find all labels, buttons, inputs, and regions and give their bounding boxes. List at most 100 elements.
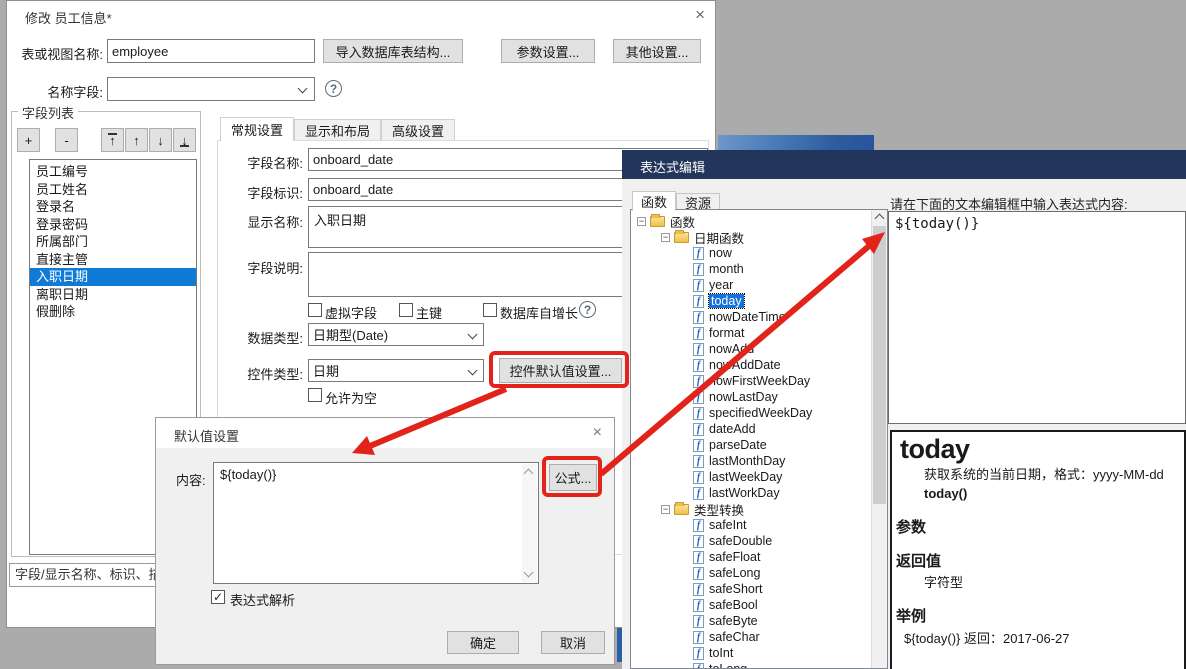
scroll-down-icon[interactable] [524,568,534,578]
tree-item[interactable]: fsafeShort [693,581,763,597]
tree-item[interactable]: f lastMonthDay [693,453,785,469]
close-icon[interactable]: × [593,424,602,442]
tree-item-label: lastMonthDay [709,454,785,468]
tree-item[interactable]: fsafeDouble [693,533,772,549]
list-item[interactable]: 离职日期 [30,286,196,304]
tab-1[interactable]: 常规设置 [220,117,294,141]
tree-item[interactable]: fnowAddDate [693,357,781,373]
tree-item[interactable]: fspecifiedWeekDay [693,405,812,421]
collapse-icon[interactable]: − [661,505,670,514]
tree-item[interactable]: − 类型转换 [661,501,744,517]
function-icon: f [693,439,704,452]
field-list-group-label: 字段列表 [18,103,78,122]
name-field-label: 名称字段: [19,82,103,101]
collapse-icon[interactable]: − [661,233,670,242]
primary-key-label: 主键 [416,303,442,322]
help-icon[interactable]: ? [325,80,342,97]
tree-item[interactable]: flastWeekDay [693,469,782,485]
tree-item[interactable]: fmonth [693,261,744,277]
table-name-input[interactable]: employee [107,39,315,63]
tree-item[interactable]: fsafeInt [693,517,747,533]
list-item[interactable]: 所属部门 [30,233,196,251]
content-textarea[interactable]: ${today()} [213,462,539,584]
close-icon[interactable]: × [695,5,705,25]
content-label: 内容: [176,470,206,489]
move-bottom-button[interactable]: ↓ [173,128,196,152]
function-icon: f [693,599,704,612]
tree-item[interactable]: ftoLong [693,661,747,669]
tab-2[interactable]: 显示和布局 [294,119,381,141]
ok-button[interactable]: 确定 [447,631,519,654]
expression-editor-dialog: 表达式编辑 函数资源 −函数−日期函数fnowfmonthfyearftoday… [622,150,1186,669]
function-icon: f [693,583,704,596]
expr-tab-1[interactable]: 函数 [632,191,676,211]
control-default-value-button[interactable]: 控件默认值设置... [499,358,622,383]
remove-field-button[interactable]: - [55,128,78,152]
control-type-select[interactable]: 日期 [308,359,484,382]
primary-key-checkbox[interactable] [399,303,413,317]
function-tree-panel: −函数−日期函数fnowfmonthfyearftodayfnowDateTim… [630,209,888,669]
function-icon: f [693,295,704,308]
virtual-field-checkbox[interactable] [308,303,322,317]
tree-item-label: safeByte [709,614,758,628]
tree-item[interactable]: fnowFirstWeekDay [693,373,810,389]
function-icon: f [693,343,704,356]
list-item[interactable]: 登录密码 [30,216,196,234]
tree-item[interactable]: fnowLastDay [693,389,778,405]
tree-item[interactable]: ftoday [693,293,744,309]
data-type-select[interactable]: 日期型(Date) [308,323,484,346]
scroll-up-icon[interactable] [872,210,887,226]
tree-item[interactable]: ftoInt [693,645,733,661]
tree-item-label: safeLong [709,566,760,580]
collapse-icon[interactable]: − [637,217,646,226]
parameter-settings-button[interactable]: 参数设置... [501,39,595,63]
name-field-combobox[interactable] [107,77,315,101]
allow-null-checkbox[interactable] [308,388,322,402]
tree-item[interactable]: −日期函数 [661,229,744,245]
doc-return-value: 字符型 [924,573,1184,592]
dialog-title: 表达式编辑 [640,157,705,176]
list-item[interactable]: 员工编号 [30,163,196,181]
list-item[interactable]: 入职日期 [30,268,196,286]
cancel-button[interactable]: 取消 [541,631,605,654]
import-table-structure-button[interactable]: 导入数据库表结构... [323,39,463,63]
move-up-button[interactable]: ↑ [125,128,148,152]
tree-item[interactable]: −函数 [637,213,695,229]
expression-input[interactable]: ${today()} [888,211,1186,424]
parse-expression-checkbox[interactable]: ✓ [211,590,225,604]
tree-item[interactable]: fyear [693,277,733,293]
tree-item-label: 类型转换 [694,500,744,519]
tree-item[interactable]: fformat [693,325,744,341]
move-down-button[interactable]: ↓ [149,128,172,152]
tree-scrollbar[interactable] [871,210,887,668]
move-top-button[interactable]: ↑ [101,128,124,152]
scroll-up-icon[interactable] [524,469,534,479]
tree-item[interactable]: fsafeLong [693,565,760,581]
textarea-scrollbar[interactable] [522,464,537,582]
tree-item[interactable]: fnowDateTime [693,309,786,325]
list-item[interactable]: 登录名 [30,198,196,216]
expression-editor-titlebar[interactable]: 表达式编辑 [622,150,1186,179]
tree-item[interactable]: fsafeByte [693,613,758,629]
other-settings-button[interactable]: 其他设置... [613,39,701,63]
formula-button[interactable]: 公式... [549,464,597,491]
list-item[interactable]: 假删除 [30,303,196,321]
help-icon[interactable]: ? [579,301,596,318]
tab-3[interactable]: 高级设置 [381,119,455,141]
auto-increment-checkbox[interactable] [483,303,497,317]
function-icon: f [693,455,704,468]
tree-item[interactable]: fnowAdd [693,341,754,357]
list-item[interactable]: 直接主管 [30,251,196,269]
doc-example-heading: 举例 [896,605,1184,626]
dialog-title: 默认值设置 [174,426,239,445]
add-field-button[interactable]: + [17,128,40,152]
tree-item[interactable]: fparseDate [693,437,767,453]
tree-item[interactable]: fsafeFloat [693,549,760,565]
tree-item[interactable]: fnow [693,245,732,261]
tree-item-label: nowAddDate [709,358,781,372]
tree-item[interactable]: fsafeBool [693,597,758,613]
list-item[interactable]: 员工姓名 [30,181,196,199]
tree-item[interactable]: fdateAdd [693,421,756,437]
scrollbar-thumb[interactable] [873,226,886,504]
tree-item[interactable]: fsafeChar [693,629,760,645]
